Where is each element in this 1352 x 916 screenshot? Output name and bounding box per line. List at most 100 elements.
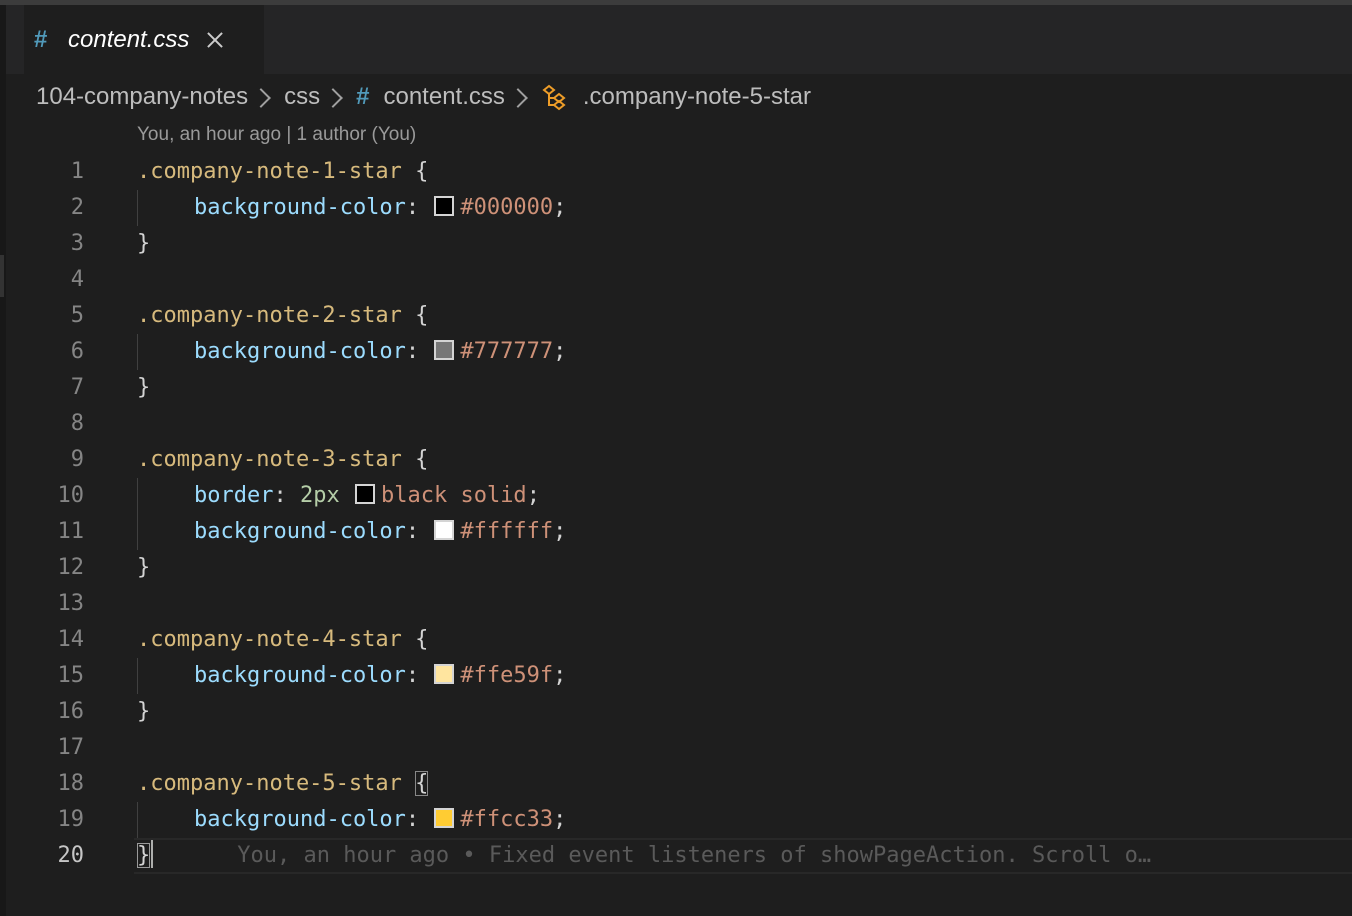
- line-number: 17: [57, 735, 85, 760]
- line-number: 13: [57, 591, 85, 616]
- line-number: 9: [70, 447, 84, 472]
- code-line[interactable]: 1 .company-note-1-star {: [6, 154, 1352, 190]
- css-property: background-color: [194, 663, 406, 688]
- line-number: 8: [70, 411, 84, 436]
- css-selector: .company-note-1-star: [137, 159, 402, 184]
- code-line[interactable]: 18 .company-note-5-star {: [6, 766, 1352, 802]
- code-line[interactable]: 7 }: [6, 370, 1352, 406]
- line-number: 5: [70, 303, 84, 328]
- css-value: #ffe59f: [460, 663, 554, 688]
- css-selector: .company-note-2-star: [137, 303, 402, 328]
- line-number: 7: [70, 375, 84, 400]
- code-line[interactable]: 12 }: [6, 550, 1352, 586]
- text-cursor: [151, 840, 154, 868]
- semicolon: ;: [553, 195, 567, 220]
- line-number: 3: [70, 231, 84, 256]
- color-swatch[interactable]: [354, 484, 375, 504]
- tab-content-css[interactable]: # content.css: [24, 5, 264, 74]
- semicolon: ;: [553, 663, 567, 688]
- close-icon[interactable]: [203, 28, 227, 52]
- chevron-right-icon: [323, 88, 344, 108]
- semicolon: ;: [553, 519, 567, 544]
- line-number: 6: [70, 339, 84, 364]
- colon: :: [405, 195, 433, 220]
- code-line[interactable]: 6 background-color: #777777;: [6, 334, 1352, 370]
- css-selector: .company-note-5-star: [137, 771, 402, 796]
- css-property: background-color: [194, 807, 406, 832]
- code-line[interactable]: 15 background-color: #ffe59f;: [6, 658, 1352, 694]
- line-number: 2: [70, 195, 84, 220]
- breadcrumb-file[interactable]: content.css: [383, 83, 504, 111]
- semicolon: ;: [553, 807, 567, 832]
- css-hash-icon: #: [356, 83, 370, 110]
- css-value: #ffcc33: [460, 807, 554, 832]
- symbol-class-icon: [541, 83, 569, 111]
- code-line[interactable]: 13: [6, 586, 1352, 622]
- color-swatch[interactable]: [434, 520, 455, 540]
- open-brace: {: [401, 447, 429, 472]
- line-number: 4: [70, 267, 84, 292]
- line-number: 20: [57, 843, 85, 868]
- line-number: 15: [57, 663, 85, 688]
- breadcrumb: 104-company-notes css # content.css .com…: [36, 80, 811, 114]
- line-number: 10: [57, 483, 85, 508]
- colon: :: [405, 807, 433, 832]
- code-line-current[interactable]: 20 } You, an hour ago • Fixed event liste…: [6, 838, 1352, 874]
- editor-window: # content.css 104-company-notes css # co…: [0, 0, 1352, 916]
- breadcrumb-folder-css[interactable]: css: [284, 83, 320, 111]
- line-number: 11: [57, 519, 85, 544]
- css-value: #ffffff: [460, 519, 554, 544]
- css-number: 2px: [299, 483, 340, 508]
- code-line[interactable]: 19 background-color: #ffcc33;: [6, 802, 1352, 838]
- css-value: #777777: [460, 339, 554, 364]
- code-line[interactable]: 5 .company-note-2-star {: [6, 298, 1352, 334]
- open-brace: {: [401, 627, 429, 652]
- code-line[interactable]: 8: [6, 406, 1352, 442]
- line-number: 16: [57, 699, 85, 724]
- scroll-indicator: [0, 255, 4, 297]
- close-brace: }: [137, 555, 151, 580]
- color-swatch[interactable]: [434, 340, 455, 360]
- code-line[interactable]: 17: [6, 730, 1352, 766]
- code-line[interactable]: 9 .company-note-3-star {: [6, 442, 1352, 478]
- color-swatch[interactable]: [434, 664, 455, 684]
- code-line[interactable]: 3 }: [6, 226, 1352, 262]
- close-brace: }: [137, 699, 151, 724]
- css-property: background-color: [194, 195, 406, 220]
- line-number: 18: [57, 771, 85, 796]
- css-value: #000000: [460, 195, 554, 220]
- breadcrumb-folder-root[interactable]: 104-company-notes: [36, 83, 248, 111]
- code-line[interactable]: 14 .company-note-4-star {: [6, 622, 1352, 658]
- css-selector: .company-note-4-star: [137, 627, 402, 652]
- code-line[interactable]: 10 border: 2px black solid;: [6, 478, 1352, 514]
- line-number: 19: [57, 807, 85, 832]
- css-property: border: [194, 483, 274, 508]
- tab-bar: # content.css: [6, 5, 1352, 74]
- colon: :: [405, 519, 433, 544]
- close-brace-match: }: [137, 843, 151, 868]
- code-line[interactable]: 2 background-color: #000000;: [6, 190, 1352, 226]
- colon: :: [405, 663, 433, 688]
- open-brace: {: [401, 303, 429, 328]
- code-line[interactable]: 16 }: [6, 694, 1352, 730]
- css-property: background-color: [194, 339, 406, 364]
- inline-git-blame: You, an hour ago • Fixed event listeners…: [237, 843, 1152, 868]
- color-swatch[interactable]: [434, 196, 455, 216]
- chevron-right-icon: [251, 88, 272, 108]
- breadcrumb-symbol[interactable]: .company-note-5-star: [583, 83, 811, 111]
- css-property: background-color: [194, 519, 406, 544]
- chevron-right-icon: [507, 88, 528, 108]
- semicolon: ;: [553, 339, 567, 364]
- tab-title: content.css: [68, 25, 190, 53]
- open-brace-match: {: [415, 771, 429, 796]
- line-number: 14: [57, 627, 85, 652]
- code-editor[interactable]: 1 .company-note-1-star { 2 background-co…: [6, 154, 1352, 874]
- code-line[interactable]: 4: [6, 262, 1352, 298]
- css-hash-icon: #: [34, 25, 48, 53]
- color-swatch[interactable]: [434, 808, 455, 828]
- close-brace: }: [137, 231, 151, 256]
- css-value: black solid: [380, 483, 527, 508]
- line-number: 1: [70, 159, 84, 184]
- code-line[interactable]: 11 background-color: #ffffff;: [6, 514, 1352, 550]
- git-blame-codelens[interactable]: You, an hour ago | 1 author (You): [137, 124, 416, 146]
